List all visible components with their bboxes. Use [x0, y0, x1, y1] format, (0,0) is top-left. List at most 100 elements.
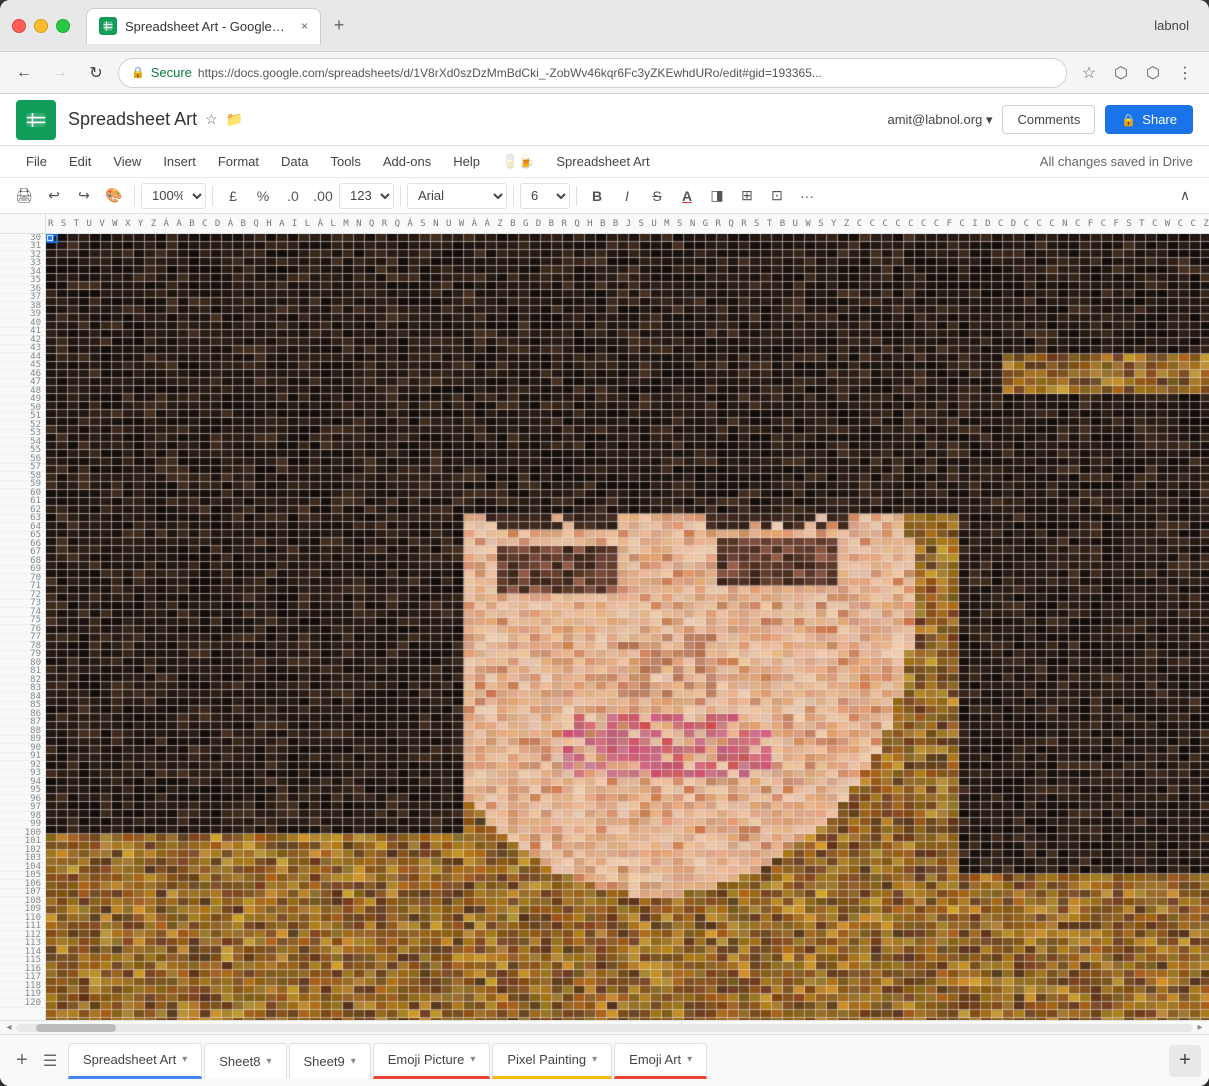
add-sheet-right-button[interactable]: + [1169, 1045, 1201, 1077]
sheet-tabs-bar: + ☰ Spreadsheet Art ▾ Sheet8 ▾ Sheet9 ▾ … [0, 1034, 1209, 1086]
menu-view[interactable]: View [103, 150, 151, 173]
tabs-right-area: + [1169, 1045, 1201, 1077]
tab-menu-pixel-painting[interactable]: ▾ [592, 1054, 597, 1065]
print-button[interactable]: 🖨 [10, 182, 38, 210]
tab-menu-emoji-picture[interactable]: ▾ [470, 1054, 475, 1065]
share-label: Share [1142, 112, 1177, 127]
font-select[interactable]: Arial [407, 183, 507, 209]
spreadsheet-body: 3031323334353637383940414243444546474849… [0, 234, 1209, 1020]
maximize-button[interactable] [56, 19, 70, 33]
tab-sheet8[interactable]: Sheet8 ▾ [204, 1043, 286, 1079]
tab-emoji-picture[interactable]: Emoji Picture ▾ [373, 1043, 491, 1079]
url-bar[interactable]: 🔒 Secure https://docs.google.com/spreads… [118, 58, 1067, 88]
row-num-header [0, 214, 46, 233]
star-icon[interactable]: ☆ [205, 111, 218, 128]
more-toolbar-button[interactable]: ··· [793, 182, 821, 210]
tab-label-sheet8: Sheet8 [219, 1054, 260, 1069]
extension-btn-1[interactable]: ⬡ [1107, 59, 1135, 87]
scroll-left-arrow[interactable]: ◂ [2, 1021, 16, 1035]
menu-data[interactable]: Data [271, 150, 318, 173]
sheets-title-area: Spreadsheet Art ☆ 📁 [68, 109, 243, 130]
text-color-button[interactable]: A [673, 182, 701, 210]
paint-format-button[interactable]: 🎨 [100, 182, 128, 210]
menu-file[interactable]: File [16, 150, 57, 173]
tab-pixel-painting[interactable]: Pixel Painting ▾ [492, 1043, 612, 1079]
number-format-select[interactable]: 123 [339, 183, 394, 209]
share-button[interactable]: 🔒 Share [1105, 105, 1193, 134]
column-headers: R S T U V W X Y Z À A B C D À B Q H A I … [0, 214, 1209, 234]
tab-close-button[interactable]: × [301, 19, 308, 33]
more-menu-button[interactable]: ⋮ [1171, 59, 1199, 87]
menu-edit[interactable]: Edit [59, 150, 101, 173]
traffic-lights [12, 19, 70, 33]
menu-help[interactable]: Help [443, 150, 490, 173]
fill-color-button[interactable]: ◨ [703, 182, 731, 210]
comments-button[interactable]: Comments [1002, 105, 1095, 134]
zoom-select[interactable]: 100% [141, 183, 206, 209]
close-button[interactable] [12, 19, 26, 33]
sheets-header-right: amit@labnol.org ▾ Comments 🔒 Share [887, 105, 1193, 134]
tab-emoji-art[interactable]: Emoji Art ▾ [614, 1043, 707, 1079]
undo-button[interactable]: ↩ [40, 182, 68, 210]
redo-button[interactable]: ↪ [70, 182, 98, 210]
bold-button[interactable]: B [583, 182, 611, 210]
scroll-track[interactable] [16, 1024, 1193, 1032]
tab-label-pixel-painting: Pixel Painting [507, 1052, 586, 1067]
tab-spreadsheet-art[interactable]: Spreadsheet Art ▾ [68, 1043, 202, 1079]
back-button[interactable]: ← [10, 59, 38, 87]
borders-button[interactable]: ⊞ [733, 182, 761, 210]
italic-button[interactable]: I [613, 182, 641, 210]
sheets-header: Spreadsheet Art ☆ 📁 amit@labnol.org ▾ Co… [0, 94, 1209, 146]
decimal-more-button[interactable]: .00 [309, 182, 337, 210]
percent-button[interactable]: % [249, 182, 277, 210]
menu-tools[interactable]: Tools [320, 150, 370, 173]
col-headers-scroll: R S T U V W X Y Z À A B C D À B Q H A I … [46, 214, 1209, 233]
new-tab-button[interactable]: + [325, 12, 353, 40]
tab-label-emoji-art: Emoji Art [629, 1052, 681, 1067]
menu-format[interactable]: Format [208, 150, 269, 173]
tab-sheet9[interactable]: Sheet9 ▾ [289, 1043, 371, 1079]
menu-emoji[interactable]: 🥛🍺 [492, 150, 544, 174]
tab-menu-sheet9[interactable]: ▾ [351, 1056, 356, 1067]
url-actions: ☆ ⬡ ⬡ ⋮ [1075, 59, 1199, 87]
tab-bar: Spreadsheet Art - Google Sheets × + [86, 8, 1154, 44]
merge-button[interactable]: ⊡ [763, 182, 791, 210]
tab-menu-spreadsheet-art[interactable]: ▾ [182, 1054, 187, 1065]
forward-button[interactable]: → [46, 59, 74, 87]
sheets-menu-button[interactable]: ☰ [36, 1047, 64, 1075]
menu-addons[interactable]: Add-ons [373, 150, 441, 173]
font-size-select[interactable]: 6 [520, 183, 570, 209]
horizontal-scrollbar[interactable]: ◂ ▸ [0, 1020, 1209, 1034]
browser-tab[interactable]: Spreadsheet Art - Google Sheets × [86, 8, 321, 44]
refresh-button[interactable]: ↻ [82, 59, 110, 87]
secure-icon: 🔒 [131, 66, 145, 79]
tab-menu-emoji-art[interactable]: ▾ [687, 1054, 692, 1065]
toolbar: 🖨 ↩ ↪ 🎨 100% £ % .0 .00 123 Arial 6 [0, 178, 1209, 214]
add-sheet-button[interactable]: + [8, 1047, 36, 1075]
tab-menu-sheet8[interactable]: ▾ [266, 1056, 271, 1067]
minimize-button[interactable] [34, 19, 48, 33]
spreadsheet-canvas[interactable] [46, 234, 1209, 1020]
decimal-less-button[interactable]: .0 [279, 182, 307, 210]
currency-button[interactable]: £ [219, 182, 247, 210]
tab-title: Spreadsheet Art - Google Sheets [125, 19, 285, 34]
user-email[interactable]: amit@labnol.org ▾ [887, 112, 992, 128]
strikethrough-button[interactable]: S [643, 182, 671, 210]
changes-saved: All changes saved in Drive [1040, 154, 1193, 169]
collapse-toolbar-button[interactable]: ∧ [1171, 182, 1199, 210]
row-numbers: 3031323334353637383940414243444546474849… [0, 234, 46, 1020]
scroll-right-arrow[interactable]: ▸ [1193, 1021, 1207, 1035]
menu-spreadsheet-art[interactable]: Spreadsheet Art [546, 150, 659, 173]
sheets-tab-icon [99, 17, 117, 35]
sheets-logo [16, 100, 56, 140]
sheets-app: Spreadsheet Art ☆ 📁 amit@labnol.org ▾ Co… [0, 94, 1209, 1086]
menu-insert[interactable]: Insert [153, 150, 206, 173]
extension-btn-2[interactable]: ⬡ [1139, 59, 1167, 87]
col-headers-text: R S T U V W X Y Z À A B C D À B Q H A I … [46, 214, 1209, 233]
toolbar-divider-3 [400, 186, 401, 206]
bookmark-button[interactable]: ☆ [1075, 59, 1103, 87]
main-area: 3031323334353637383940414243444546474849… [0, 234, 1209, 1034]
folder-icon[interactable]: 📁 [226, 111, 243, 128]
spreadsheet-title[interactable]: Spreadsheet Art [68, 109, 197, 130]
scroll-thumb[interactable] [36, 1024, 116, 1032]
